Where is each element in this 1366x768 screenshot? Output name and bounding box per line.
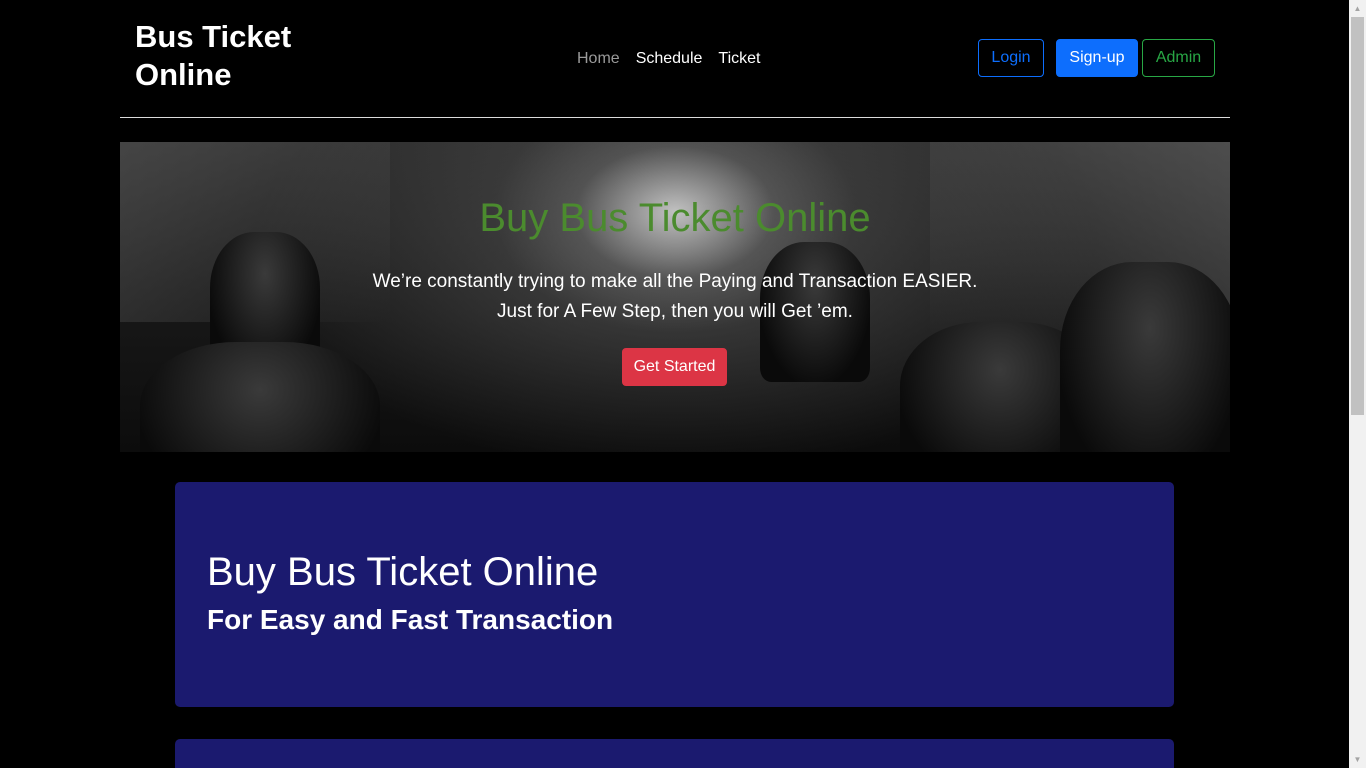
hero-bg-seat bbox=[1060, 262, 1230, 452]
scroll-down-icon[interactable]: ▼ bbox=[1349, 751, 1366, 768]
feature-card: Buy Bus Ticket Online For Easy and Fast … bbox=[175, 482, 1174, 707]
hero-banner: Buy Bus Ticket Online We’re constantly t… bbox=[120, 142, 1230, 452]
site-header: Bus Ticket Online Home Schedule Ticket L… bbox=[120, 0, 1230, 118]
nav-home-link[interactable]: Home bbox=[577, 48, 620, 70]
hero-bg-seat bbox=[140, 342, 380, 452]
signup-button[interactable]: Sign-up bbox=[1056, 39, 1138, 77]
main-nav: Home Schedule Ticket bbox=[577, 48, 760, 70]
get-started-button[interactable]: Get Started bbox=[622, 348, 727, 386]
login-button[interactable]: Login bbox=[978, 39, 1044, 77]
brand-logo-text[interactable]: Bus Ticket Online bbox=[135, 18, 335, 94]
nav-ticket-link[interactable]: Ticket bbox=[718, 48, 760, 70]
card-subtitle: For Easy and Fast Transaction bbox=[207, 604, 614, 635]
hero-title: Buy Bus Ticket Online bbox=[479, 196, 871, 240]
hero-description: We’re constantly trying to make all the … bbox=[372, 271, 978, 322]
scrollbar-thumb[interactable] bbox=[1351, 17, 1364, 415]
vertical-scrollbar[interactable]: ▲ ▼ bbox=[1349, 0, 1366, 768]
feature-card-partial bbox=[175, 739, 1174, 768]
nav-schedule-link[interactable]: Schedule bbox=[636, 48, 703, 70]
page: Bus Ticket Online Home Schedule Ticket L… bbox=[0, 0, 1366, 768]
admin-button[interactable]: Admin bbox=[1142, 39, 1215, 77]
scroll-up-icon[interactable]: ▲ bbox=[1349, 0, 1366, 17]
card-title: Buy Bus Ticket Online bbox=[207, 550, 599, 594]
